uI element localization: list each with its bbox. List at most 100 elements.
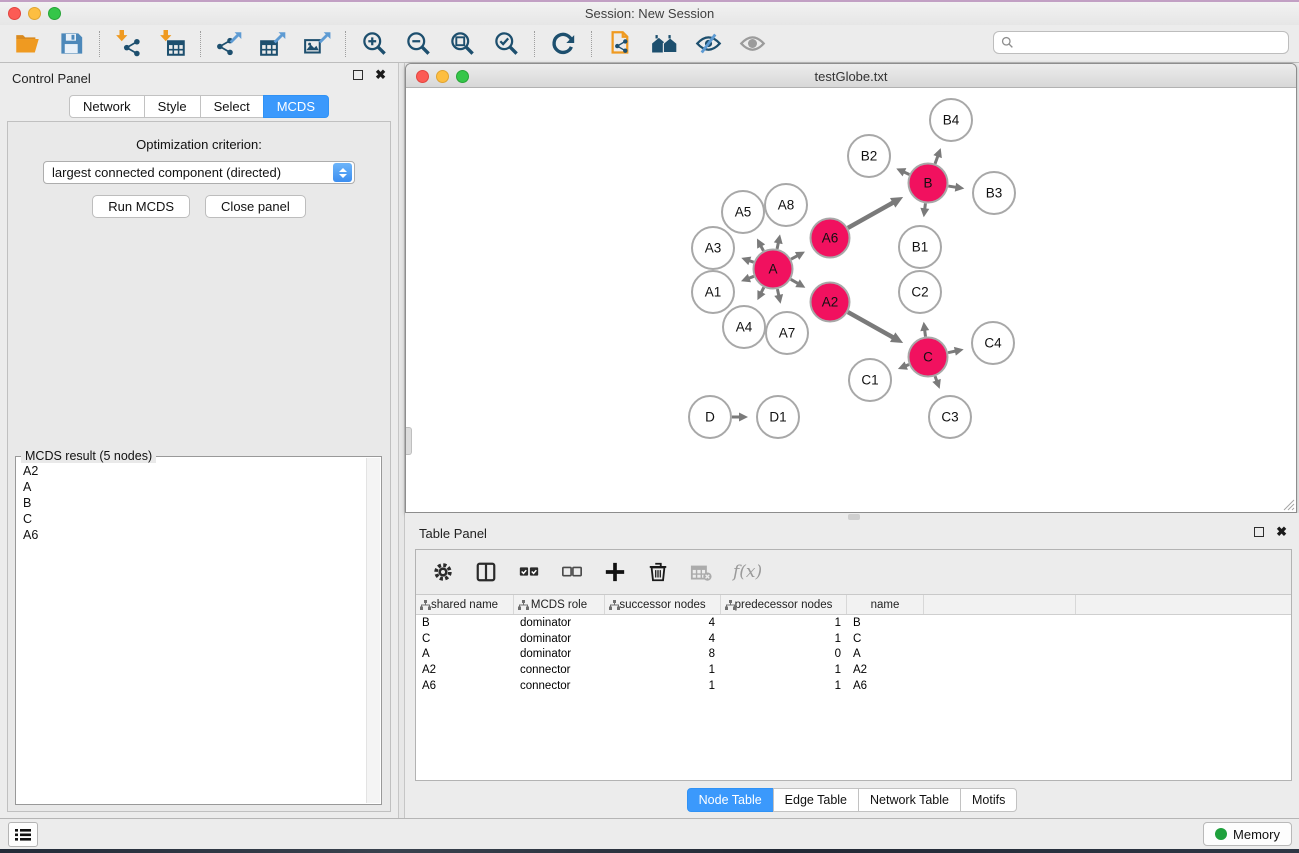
cell[interactable]: connector — [514, 664, 605, 676]
cell[interactable]: connector — [514, 680, 605, 692]
graph-node-A3[interactable]: A3 — [692, 227, 734, 269]
table-row[interactable]: A2connector11A2 — [416, 662, 1291, 678]
cell[interactable]: 1 — [605, 680, 721, 692]
graph-node-A8[interactable]: A8 — [765, 184, 807, 226]
open-file-icon[interactable] — [12, 29, 42, 59]
column-header-shared-name[interactable]: shared name — [416, 595, 514, 614]
copy-style-icon[interactable] — [605, 29, 635, 59]
table-row[interactable]: Adominator80A — [416, 646, 1291, 662]
cell[interactable]: B — [847, 617, 924, 629]
cell[interactable]: dominator — [514, 648, 605, 660]
cell[interactable]: C — [847, 633, 924, 645]
tab-select[interactable]: Select — [200, 95, 264, 118]
cell[interactable]: C — [416, 633, 514, 645]
graph-node-B3[interactable]: B3 — [973, 172, 1015, 214]
close-panel-button[interactable]: Close panel — [205, 195, 306, 218]
result-scrollbar[interactable] — [366, 458, 380, 803]
cell[interactable]: A6 — [416, 680, 514, 692]
graph-node-A[interactable]: A — [754, 250, 793, 289]
horizontal-splitter[interactable] — [405, 513, 1299, 520]
graph-node-A4[interactable]: A4 — [723, 306, 765, 348]
close-table-panel-icon[interactable]: ✖ — [1276, 527, 1287, 537]
cell[interactable]: A6 — [847, 680, 924, 692]
result-item[interactable]: A — [23, 479, 381, 495]
graph-node-C[interactable]: C — [909, 338, 948, 377]
network-window-titlebar[interactable]: testGlobe.txt — [406, 64, 1296, 88]
cell[interactable]: A2 — [416, 664, 514, 676]
home-icon[interactable] — [649, 29, 679, 59]
network-graph[interactable]: AA6A2BCA1A3A4A5A7A8B1B2B3B4C1C2C3C4DD1 — [406, 88, 1296, 512]
graph-node-C3[interactable]: C3 — [929, 396, 971, 438]
export-image-icon[interactable] — [302, 29, 332, 59]
save-session-icon[interactable] — [56, 29, 86, 59]
tab-motifs[interactable]: Motifs — [960, 788, 1017, 812]
graph-node-A6[interactable]: A6 — [811, 219, 850, 258]
refresh-layout-icon[interactable] — [548, 29, 578, 59]
hide-details-icon[interactable] — [693, 29, 723, 59]
float-panel-icon[interactable] — [353, 70, 363, 80]
cell[interactable]: B — [416, 617, 514, 629]
show-details-icon[interactable] — [737, 29, 767, 59]
graph-node-C4[interactable]: C4 — [972, 322, 1014, 364]
add-row-icon[interactable] — [604, 559, 626, 585]
cell[interactable]: 8 — [605, 648, 721, 660]
run-mcds-button[interactable]: Run MCDS — [92, 195, 190, 218]
tab-network-table[interactable]: Network Table — [858, 788, 961, 812]
cell[interactable]: 1 — [605, 664, 721, 676]
table-row[interactable]: A6connector11A6 — [416, 678, 1291, 694]
cell[interactable]: A — [416, 648, 514, 660]
export-network-icon[interactable] — [214, 29, 244, 59]
export-table-icon[interactable] — [258, 29, 288, 59]
graph-node-D1[interactable]: D1 — [757, 396, 799, 438]
result-item[interactable]: A2 — [23, 463, 381, 479]
tab-edge-table[interactable]: Edge Table — [773, 788, 859, 812]
table-row[interactable]: Cdominator41C — [416, 631, 1291, 647]
graph-node-A1[interactable]: A1 — [692, 271, 734, 313]
graph-node-C1[interactable]: C1 — [849, 359, 891, 401]
select-all-icon[interactable] — [518, 559, 540, 585]
graph-node-D[interactable]: D — [689, 396, 731, 438]
graph-node-A7[interactable]: A7 — [766, 312, 808, 354]
cell[interactable]: 0 — [721, 648, 847, 660]
graph-node-C2[interactable]: C2 — [899, 271, 941, 313]
cell[interactable]: 1 — [721, 633, 847, 645]
edge-A2-C[interactable] — [848, 312, 896, 339]
cell[interactable]: dominator — [514, 633, 605, 645]
zoom-selected-icon[interactable] — [491, 29, 521, 59]
cell[interactable]: 1 — [721, 617, 847, 629]
column-header-MCDS-role[interactable]: MCDS role — [514, 595, 605, 614]
criterion-dropdown[interactable]: largest connected component (directed) — [43, 161, 355, 184]
import-table-icon[interactable] — [157, 29, 187, 59]
graph-node-A2[interactable]: A2 — [811, 283, 850, 322]
column-header-successor-nodes[interactable]: successor nodes — [605, 595, 721, 614]
column-header-predecessor-nodes[interactable]: predecessor nodes — [721, 595, 847, 614]
column-header-empty[interactable] — [924, 595, 1076, 614]
import-network-icon[interactable] — [113, 29, 143, 59]
resize-grip-icon[interactable] — [1281, 497, 1295, 511]
zoom-out-icon[interactable] — [403, 29, 433, 59]
graph-node-B4[interactable]: B4 — [930, 99, 972, 141]
cell[interactable]: dominator — [514, 617, 605, 629]
close-panel-icon[interactable]: ✖ — [375, 70, 386, 80]
result-item[interactable]: C — [23, 511, 381, 527]
cell[interactable]: A — [847, 648, 924, 660]
cell[interactable]: 1 — [721, 664, 847, 676]
column-header-name[interactable]: name — [847, 595, 924, 614]
graph-node-B[interactable]: B — [909, 164, 948, 203]
tab-mcds[interactable]: MCDS — [263, 95, 329, 118]
cell[interactable]: 4 — [605, 617, 721, 629]
cell[interactable]: 1 — [721, 680, 847, 692]
result-item[interactable]: A6 — [23, 527, 381, 543]
float-table-panel-icon[interactable] — [1254, 527, 1264, 537]
settings-icon[interactable] — [432, 559, 454, 585]
zoom-fit-icon[interactable] — [447, 29, 477, 59]
tab-style[interactable]: Style — [144, 95, 201, 118]
tab-network[interactable]: Network — [69, 95, 145, 118]
columns-icon[interactable] — [475, 559, 497, 585]
deselect-all-icon[interactable] — [561, 559, 583, 585]
canvas-splitter-handle[interactable] — [406, 427, 412, 455]
search-input[interactable] — [993, 31, 1289, 54]
vertical-splitter[interactable] — [398, 63, 405, 818]
network-canvas[interactable]: AA6A2BCA1A3A4A5A7A8B1B2B3B4C1C2C3C4DD1 — [406, 88, 1296, 512]
zoom-in-icon[interactable] — [359, 29, 389, 59]
